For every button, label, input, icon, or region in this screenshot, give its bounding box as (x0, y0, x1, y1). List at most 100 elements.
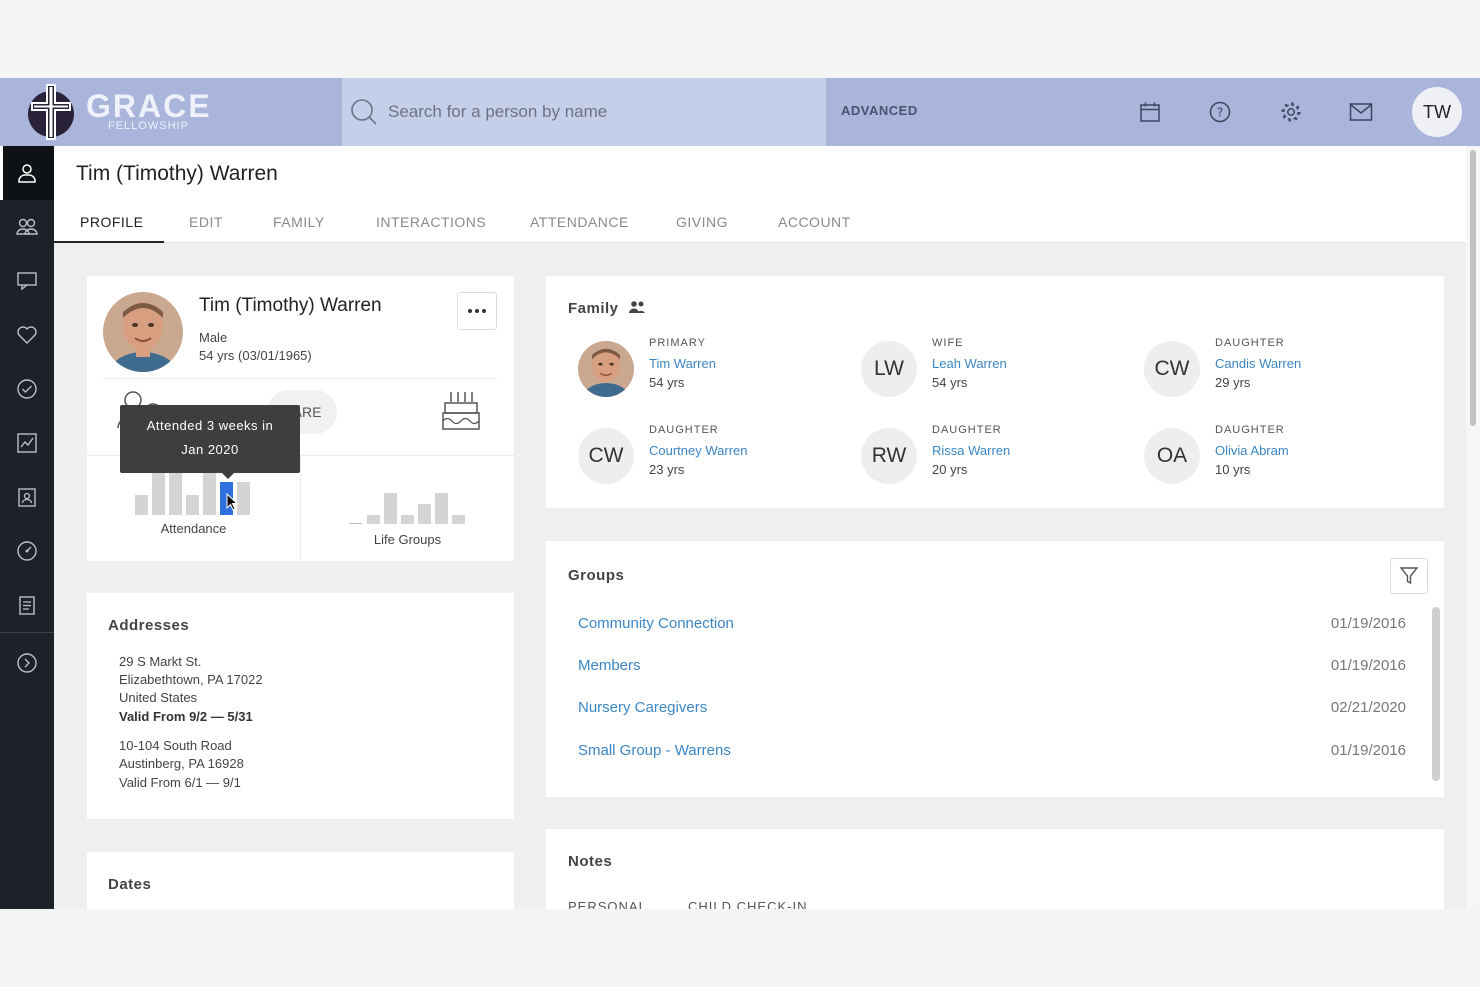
check-circle-icon[interactable] (0, 362, 54, 416)
birthday-cake-icon[interactable] (441, 390, 481, 432)
family-member[interactable]: OA DAUGHTER Olivia Abram 10 yrs (1144, 424, 1394, 494)
search-icon (351, 99, 377, 125)
page-scrollbar[interactable] (1466, 146, 1480, 909)
heart-icon[interactable] (0, 308, 54, 362)
group-row[interactable]: Small Group - Warrens 01/19/2016 (578, 742, 1406, 766)
family-member-age: 10 yrs (1215, 462, 1251, 477)
attendance-bar[interactable] (169, 469, 182, 515)
life-groups-bar[interactable] (435, 493, 448, 524)
filter-button[interactable] (1390, 558, 1428, 594)
group-row[interactable]: Community Connection 01/19/2016 (578, 615, 1406, 639)
active-tab-indicator (54, 241, 164, 243)
family-member-name[interactable]: Leah Warren (932, 356, 1007, 371)
life-groups-bar[interactable] (401, 515, 414, 524)
help-icon[interactable]: ? (1208, 100, 1232, 124)
family-member-age: 54 yrs (932, 375, 968, 390)
tab-interactions[interactable]: INTERACTIONS (376, 214, 486, 230)
cross-logo-icon (28, 84, 74, 140)
attendance-bar[interactable] (186, 495, 199, 515)
contact-card-icon[interactable] (0, 470, 54, 524)
group-name-link[interactable]: Members (578, 657, 641, 674)
notes-tab-child-check-in[interactable]: CHILD CHECK-IN (688, 899, 807, 909)
family-member[interactable]: RW DAUGHTER Rissa Warren 20 yrs (861, 424, 1111, 494)
logo-subtitle: FELLOWSHIP (108, 120, 189, 132)
tab-profile[interactable]: PROFILE (80, 214, 143, 230)
life-groups-bar[interactable] (452, 515, 465, 524)
tab-family[interactable]: FAMILY (273, 214, 325, 230)
group-row[interactable]: Nursery Caregivers 02/21/2020 (578, 699, 1406, 723)
report-icon[interactable] (0, 578, 54, 632)
family-member-role: DAUGHTER (1215, 424, 1285, 436)
group-row[interactable]: Members 01/19/2016 (578, 657, 1406, 681)
life-groups-chart[interactable] (350, 490, 466, 524)
attendance-label: Attendance (160, 521, 227, 536)
tab-giving[interactable]: GIVING (676, 214, 728, 230)
profile-age: 54 yrs (03/01/1965) (199, 348, 312, 363)
life-groups-bar[interactable] (350, 523, 362, 524)
filter-icon (1399, 567, 1419, 585)
family-member-name[interactable]: Courtney Warren (649, 443, 748, 458)
page-title: Tim (Timothy) Warren (76, 162, 278, 185)
tab-account[interactable]: ACCOUNT (778, 214, 851, 230)
app-window: GRACE FELLOWSHIP ADVANCED ? TW (0, 78, 1480, 909)
expand-arrow-icon[interactable] (0, 636, 54, 690)
notes-tab-personal[interactable]: PERSONAL (568, 899, 647, 909)
groups-scrollbar[interactable] (1432, 607, 1440, 781)
family-member-name[interactable]: Olivia Abram (1215, 443, 1289, 458)
group-date: 01/19/2016 (1330, 615, 1406, 632)
profile-gender: Male (199, 330, 228, 345)
family-member[interactable]: CW DAUGHTER Courtney Warren 23 yrs (578, 424, 828, 494)
logo[interactable]: GRACE FELLOWSHIP (0, 78, 342, 146)
tab-attendance[interactable]: ATTENDANCE (530, 214, 629, 230)
family-member-avatar: OA (1144, 428, 1200, 484)
groups-card: Groups Community Connection 01/19/2016 M… (546, 541, 1444, 797)
calendar-icon[interactable] (1138, 100, 1162, 124)
page-header: Tim (Timothy) Warren PROFILE EDIT FAMILY… (54, 146, 1466, 243)
mail-icon[interactable] (1349, 100, 1373, 124)
family-member-name[interactable]: Tim Warren (649, 356, 716, 371)
search-input[interactable] (388, 96, 808, 128)
family-member-name[interactable]: Rissa Warren (932, 443, 1010, 458)
attendance-bar[interactable] (237, 482, 250, 515)
chart-icon[interactable] (0, 416, 54, 470)
advanced-search-button[interactable]: ADVANCED (841, 103, 918, 118)
sidebar-divider (0, 632, 54, 633)
family-member[interactable]: PRIMARY Tim Warren 54 yrs (578, 337, 828, 407)
family-card: Family PRIMARY Tim Warren 54 yrs LW WIFE… (546, 276, 1444, 508)
family-member-avatar: CW (578, 428, 634, 484)
more-options-button[interactable] (457, 292, 497, 330)
attendance-bar[interactable] (203, 469, 216, 515)
dates-card: Dates (87, 852, 514, 909)
address-valid-range: Valid From 9/2 — 5/31 (119, 709, 253, 724)
address-link[interactable]: 10-104 South Road (119, 738, 232, 753)
user-avatar[interactable]: TW (1412, 87, 1462, 137)
life-groups-bar[interactable] (367, 515, 380, 524)
attendance-bar[interactable] (152, 469, 165, 515)
life-groups-bar[interactable] (384, 493, 397, 524)
profile-photo (103, 292, 183, 372)
chat-icon[interactable] (0, 254, 54, 308)
top-bar: GRACE FELLOWSHIP ADVANCED ? TW (0, 78, 1480, 146)
group-name-link[interactable]: Nursery Caregivers (578, 699, 707, 716)
family-member-age: 23 yrs (649, 462, 685, 477)
tooltip-line-2: Jan 2020 (181, 442, 239, 457)
page-scrollbar-thumb[interactable] (1470, 150, 1476, 426)
tab-edit[interactable]: EDIT (189, 214, 223, 230)
family-member-name[interactable]: Candis Warren (1215, 356, 1301, 371)
attendance-bar[interactable] (135, 495, 148, 515)
family-member[interactable]: CW DAUGHTER Candis Warren 29 yrs (1144, 337, 1394, 407)
family-member-role: WIFE (932, 337, 964, 349)
family-member[interactable]: LW WIFE Leah Warren 54 yrs (861, 337, 1111, 407)
life-groups-bar[interactable] (418, 504, 431, 524)
group-name-link[interactable]: Community Connection (578, 615, 734, 632)
gauge-icon[interactable] (0, 524, 54, 578)
notes-title: Notes (568, 853, 613, 870)
notes-card: Notes PERSONAL CHILD CHECK-IN (546, 829, 1444, 909)
people-icon[interactable] (0, 200, 54, 254)
addresses-card: Addresses 29 S Markt St. Elizabethtown, … (87, 593, 514, 819)
family-member-avatar: LW (861, 341, 917, 397)
address-link[interactable]: 29 S Markt St. (119, 654, 201, 669)
group-name-link[interactable]: Small Group - Warrens (578, 742, 731, 759)
person-icon[interactable] (0, 146, 54, 200)
gear-icon[interactable] (1279, 100, 1303, 124)
